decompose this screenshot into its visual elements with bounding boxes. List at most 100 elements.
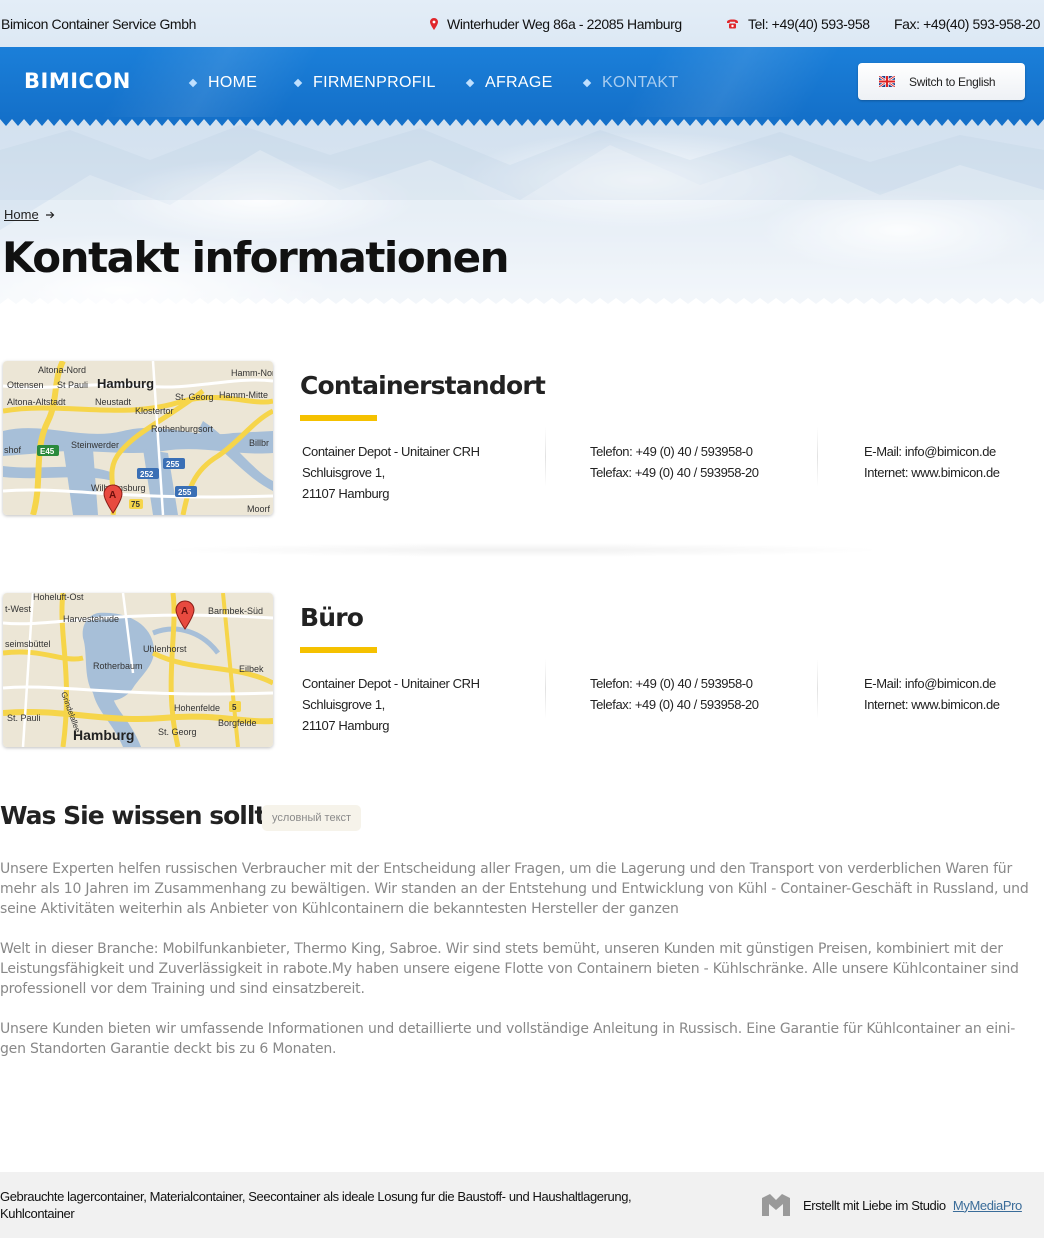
map-containerstandort[interactable]: Altona-Nord Hamburg Ottensen St Pauli Al… (3, 361, 273, 515)
title-underline (300, 415, 377, 421)
site-logo[interactable]: BIMICON (24, 69, 131, 93)
location-buero: Hoheluft-Ost t-West Harvestehude Barmbek… (0, 593, 1044, 753)
email-line[interactable]: E-Mail: info@bimicon.de (864, 673, 1000, 694)
map-label: 75 (131, 500, 140, 509)
top-info-bar: Bimicon Container Service Gmbh Winterhud… (0, 0, 1044, 47)
breadcrumb-home-link[interactable]: Home (4, 207, 39, 222)
map-label: Barmbek-Süd (208, 606, 263, 616)
phone-text[interactable]: Tel: +49(40) 593-958 (748, 16, 870, 32)
map-label: seimsbüttel (5, 639, 51, 649)
map-label: Altona-Nord (38, 365, 86, 375)
address-info: Winterhuder Weg 86a - 22085 Hamburg (430, 16, 682, 32)
diamond-bullet-icon (188, 78, 198, 88)
company-name: Bimicon Container Service Gmbh (1, 16, 196, 32)
map-label: Borgfelde (218, 718, 257, 728)
map-label: Hamm-Mitte (219, 390, 268, 400)
address-text: Winterhuder Weg 86a - 22085 Hamburg (447, 16, 682, 32)
info-paragraph: Welt in dieser Branche: Mobilfunkanbiete… (0, 941, 1019, 997)
switch-language-button[interactable]: Switch to English (858, 63, 1025, 100)
nav-item-label: HOME (208, 74, 258, 91)
mymediapro-link[interactable]: MyMediaPro (953, 1198, 1022, 1213)
diamond-bullet-icon (582, 78, 592, 88)
map-label: Eilbek (239, 664, 264, 674)
map-label: Rotherbaum (93, 661, 143, 671)
nav-zigzag-edge (0, 117, 1044, 126)
map-label: Uhlenhorst (143, 644, 187, 654)
svg-text:A: A (181, 606, 188, 617)
info-paragraph: Unsere Kunden bieten wir umfassende Info… (0, 1021, 1016, 1057)
map-label: Klostertor (135, 406, 174, 416)
website-line[interactable]: Internet: www.bimicon.de (864, 694, 1000, 715)
location-web: E-Mail: info@bimicon.de Internet: www.bi… (864, 673, 1000, 715)
info-badge: условный текст (262, 805, 362, 831)
nav-item-label: FIRMENPROFIL (313, 74, 436, 91)
location-web: E-Mail: info@bimicon.de Internet: www.bi… (864, 441, 1000, 483)
website-line[interactable]: Internet: www.bimicon.de (864, 462, 1000, 483)
map-label: St. Georg (175, 392, 214, 402)
location-address: Container Depot - Unitainer CRH Schluisg… (302, 673, 480, 736)
map-label: Rothenburgsort (151, 424, 214, 434)
map-buero[interactable]: Hoheluft-Ost t-West Harvestehude Barmbek… (3, 593, 273, 747)
map-label: shof (4, 445, 22, 455)
phone-line[interactable]: Telefon: +49 (0) 40 / 593958-0 (590, 441, 759, 462)
map-label: St. Georg (158, 727, 197, 737)
map-pin-icon (430, 18, 438, 30)
map-label: t-West (5, 604, 31, 614)
map-label: Hohenfelde (174, 703, 220, 713)
location-phones: Telefon: +49 (0) 40 / 593958-0 Telefax: … (590, 673, 759, 715)
map-label: St Pauli (57, 380, 88, 390)
column-divider (817, 659, 818, 719)
map-label: Billbr (249, 438, 269, 448)
map-label: Harvestehude (63, 614, 119, 624)
email-line[interactable]: E-Mail: info@bimicon.de (864, 441, 1000, 462)
location-title: Containerstandort (300, 371, 546, 400)
map-label: Moorf (247, 504, 271, 514)
location-address: Container Depot - Unitainer CRH Schluisg… (302, 441, 480, 504)
map-label: Hoheluft-Ost (33, 593, 84, 602)
map-label: Ottensen (7, 380, 44, 390)
phone-info: Tel: +49(40) 593-958 (726, 16, 870, 32)
footer-credit-text: Erstellt mit Liebe im Studio (803, 1197, 946, 1213)
nav-item-kontakt[interactable]: KONTAKT (582, 74, 679, 92)
map-label: Hamburg (97, 376, 154, 391)
nav-item-home[interactable]: HOME (188, 74, 258, 92)
map-label: Neustadt (95, 397, 132, 407)
breadcrumb: Home (4, 207, 55, 222)
phone-line[interactable]: Telefon: +49 (0) 40 / 593958-0 (590, 673, 759, 694)
column-divider (817, 427, 818, 487)
address-line: 21107 Hamburg (302, 718, 390, 733)
info-paragraph: Unsere Experten helfen russischen Verbra… (0, 861, 1029, 917)
map-label: Hamm-Nord (231, 368, 273, 378)
switch-language-label: Switch to English (909, 74, 996, 89)
map-label: St. Pauli (7, 713, 41, 723)
footer-credit: Erstellt mit Liebe im Studio MyMediaPro (762, 1194, 1022, 1216)
column-divider (545, 659, 546, 719)
title-underline (300, 647, 377, 653)
fax-line: Telefax: +49 (0) 40 / 593958-20 (590, 697, 759, 712)
section-divider (0, 537, 1044, 563)
map-label: Altona-Altstadt (7, 397, 66, 407)
svg-text:A: A (109, 490, 116, 501)
map-label: 252 (140, 470, 154, 479)
diamond-bullet-icon (293, 78, 303, 88)
nav-item-afrage[interactable]: AFRAGE (465, 74, 553, 92)
address-line: Schluisgrove 1, (302, 697, 385, 712)
address-line: Container Depot - Unitainer CRH (302, 444, 480, 459)
nav-item-label: KONTAKT (602, 74, 679, 91)
hero-wave-edge (0, 298, 1044, 310)
fax-line: Telefax: +49 (0) 40 / 593958-20 (590, 465, 759, 480)
location-phones: Telefon: +49 (0) 40 / 593958-0 Telefax: … (590, 441, 759, 483)
map-label: Steinwerder (71, 440, 119, 450)
fax-text: Fax: +49(40) 593-958-20 (894, 16, 1041, 32)
phone-icon (727, 19, 738, 29)
uk-flag-icon (879, 76, 895, 87)
location-title: Büro (300, 603, 364, 632)
page-title: Kontakt informationen (2, 233, 509, 282)
column-divider (545, 427, 546, 487)
location-containerstandort: Altona-Nord Hamburg Ottensen St Pauli Al… (0, 361, 1044, 521)
nav-item-firmenprofil[interactable]: FIRMENPROFIL (293, 74, 436, 92)
address-line: 21107 Hamburg (302, 486, 390, 501)
footer-text: Gebrauchte lagercontainer, Materialconta… (0, 1189, 632, 1221)
main-navigation: BIMICON HOME FIRMENPROFIL AFRAGE KONTAKT… (0, 47, 1044, 119)
info-section-title: Was Sie wissen sollten (0, 801, 299, 830)
